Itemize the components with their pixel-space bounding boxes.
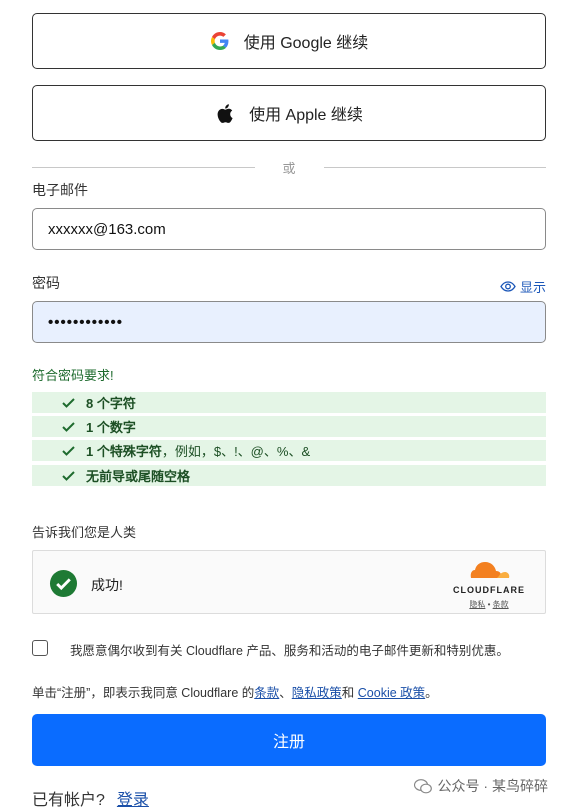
requirement-text: 无前导或尾随空格 xyxy=(86,469,191,484)
terms-notice: 单击“注册”，即表示我同意 Cloudflare 的条款、隐私政策和 Cooki… xyxy=(32,682,438,701)
terms-prefix: 单击“注册”，即表示我同意 Cloudflare 的 xyxy=(32,686,255,700)
watermark-text: 公众号 · 某鸟碎碎 xyxy=(437,778,548,794)
apple-continue-button[interactable]: 使用 Apple 继续 xyxy=(32,85,546,141)
email-label: 电子邮件 xyxy=(32,182,88,198)
password-field[interactable]: •••••••••••• xyxy=(32,301,546,343)
requirement-item: 8 个字符 xyxy=(32,392,546,413)
terms-sep-2: 和 xyxy=(341,686,358,700)
turnstile-widget[interactable]: 成功! CLOUDFLARE 隐私 • 条款 xyxy=(32,550,546,614)
privacy-policy-link[interactable]: 隐私政策 xyxy=(292,686,342,700)
show-password-label: 显示 xyxy=(519,280,546,295)
google-continue-label: 使用 Google 继续 xyxy=(243,35,369,52)
requirement-item: 1 个特殊字符 ，例如，$、!、@、%、& xyxy=(32,440,546,461)
password-value: •••••••••••• xyxy=(48,313,124,331)
check-icon xyxy=(62,397,78,408)
terms-suffix: 。 xyxy=(425,686,438,700)
cookie-policy-link[interactable]: Cookie 政策 xyxy=(358,686,425,700)
apple-icon xyxy=(215,103,235,123)
watermark: 公众号 · 某鸟碎碎 xyxy=(413,776,548,796)
marketing-opt-in-checkbox[interactable] xyxy=(32,640,48,656)
captcha-status: 成功! xyxy=(91,577,123,593)
requirement-item: 1 个数字 xyxy=(32,416,546,437)
requirement-item: 无前导或尾随空格 xyxy=(32,465,546,486)
wechat-icon xyxy=(413,778,432,793)
captcha-terms-link[interactable]: 条款 xyxy=(493,600,509,609)
or-divider: 或 xyxy=(32,158,547,176)
captcha-prompt: 告诉我们您是人类 xyxy=(32,525,137,540)
captcha-links: 隐私 • 条款 xyxy=(449,599,529,610)
password-requirements-title: 符合密码要求! xyxy=(32,368,114,383)
eye-icon xyxy=(500,281,516,292)
check-icon xyxy=(62,421,78,432)
captcha-link-separator: • xyxy=(485,600,493,609)
password-label: 密码 xyxy=(32,275,60,291)
success-check-icon xyxy=(49,569,78,598)
login-link[interactable]: 登录 xyxy=(117,792,149,809)
email-value: xxxxxx@163.com xyxy=(48,220,166,238)
divider-line-right xyxy=(323,166,547,168)
divider-line-left xyxy=(32,166,255,168)
check-icon xyxy=(62,445,78,456)
signup-label: 注册 xyxy=(272,734,305,751)
google-icon xyxy=(210,31,230,51)
email-field[interactable]: xxxxxx@163.com xyxy=(32,208,546,250)
requirement-text: 8 个字符 xyxy=(86,396,136,411)
cloudflare-cloud-icon xyxy=(470,562,510,578)
apple-continue-label: 使用 Apple 继续 xyxy=(249,107,363,124)
login-row: 已有帐户? 登录 xyxy=(32,786,149,809)
divider-text: 或 xyxy=(282,160,296,176)
google-continue-button[interactable]: 使用 Google 继续 xyxy=(32,13,546,69)
requirement-example: ，例如，$、!、@、%、& xyxy=(161,444,311,459)
check-icon xyxy=(62,470,78,481)
terms-link[interactable]: 条款 xyxy=(254,686,279,700)
cloudflare-logo: CLOUDFLARE 隐私 • 条款 xyxy=(449,561,529,610)
cloudflare-wordmark: CLOUDFLARE xyxy=(453,585,525,595)
requirement-text: 1 个数字 xyxy=(86,420,136,435)
requirement-text: 1 个特殊字符 xyxy=(86,444,162,459)
marketing-opt-in-label: 我愿意偶尔收到有关 Cloudflare 产品、服务和活动的电子邮件更新和特别优… xyxy=(70,644,509,658)
signup-button[interactable]: 注册 xyxy=(32,714,546,766)
login-prompt: 已有帐户? xyxy=(32,792,105,809)
show-password-toggle[interactable]: 显示 xyxy=(500,277,546,296)
captcha-privacy-link[interactable]: 隐私 xyxy=(469,600,485,609)
terms-sep-1: 、 xyxy=(279,686,292,700)
